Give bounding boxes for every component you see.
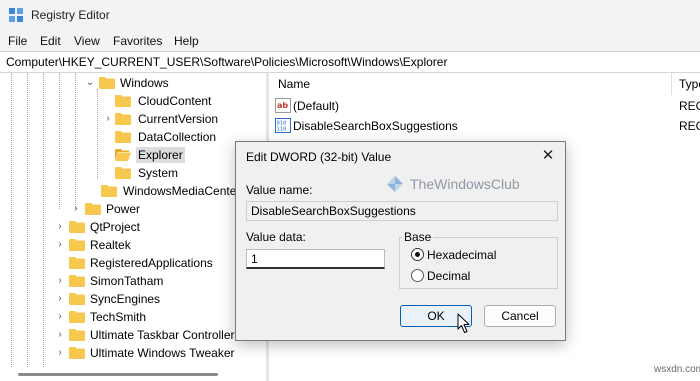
title-bar: Registry Editor: [0, 0, 700, 31]
dialog-title: Edit DWORD (32-bit) Value: [246, 150, 392, 164]
value-name: DisableSearchBoxSuggestions: [293, 119, 458, 133]
watermark-text: TheWindowsClub: [410, 176, 520, 192]
chevron-right-icon[interactable]: ›: [55, 275, 65, 287]
folder-icon: [115, 131, 131, 143]
tree-item-label: QtProject: [90, 220, 141, 234]
folder-icon: [115, 95, 131, 107]
tree-item-label: Power: [106, 202, 141, 216]
base-groupbox: [399, 237, 558, 289]
tree-item-label: Explorer: [136, 147, 185, 163]
column-divider[interactable]: [671, 73, 672, 95]
folder-icon: [69, 221, 85, 233]
value-row-disablesearchboxsuggestions[interactable]: 010 110 DisableSearchBoxSuggestions REG: [275, 117, 700, 135]
tree-horizontal-scrollbar[interactable]: [0, 367, 266, 381]
folder-icon: [101, 185, 117, 197]
watermark-logo-icon: [387, 176, 403, 192]
mouse-cursor-icon: [457, 313, 470, 333]
tree-guide-line: [97, 89, 98, 179]
folder-icon: [69, 311, 85, 323]
tree-guide-line: [27, 73, 28, 367]
folder-icon: [115, 113, 131, 125]
value-row-default[interactable]: ab (Default) REG: [275, 97, 700, 115]
menu-favorites[interactable]: Favorites: [113, 34, 162, 48]
folder-icon: [69, 347, 85, 359]
folder-icon: [69, 257, 85, 269]
folder-open-icon: [115, 149, 131, 161]
chevron-down-icon[interactable]: ⌄: [85, 77, 95, 89]
folder-icon: [69, 329, 85, 341]
folder-icon: [115, 167, 131, 179]
folder-icon: [99, 77, 115, 89]
menu-help[interactable]: Help: [174, 34, 199, 48]
tree-item-label: CloudContent: [138, 94, 212, 108]
close-icon[interactable]: ✕: [539, 147, 557, 165]
tree-item-label: RegisteredApplications: [90, 256, 213, 270]
menu-view[interactable]: View: [74, 34, 100, 48]
tree-guide-line: [75, 73, 76, 209]
tree-item-label: SyncEngines: [90, 292, 161, 306]
chevron-right-icon[interactable]: ›: [55, 347, 65, 359]
value-name-label: Value name:: [246, 183, 313, 197]
address-bar[interactable]: Computer\HKEY_CURRENT_USER\Software\Poli…: [0, 51, 700, 73]
dword-value-icon: 010 110: [275, 118, 291, 133]
chevron-right-icon[interactable]: ›: [55, 329, 65, 341]
menu-file[interactable]: File: [8, 34, 27, 48]
radio-label: Hexadecimal: [427, 248, 497, 262]
folder-icon: [69, 239, 85, 251]
address-path[interactable]: Computer\HKEY_CURRENT_USER\Software\Poli…: [6, 55, 447, 69]
value-data-input[interactable]: 1: [246, 249, 385, 269]
tree-item-label: Windows: [120, 76, 169, 90]
registry-editor-icon: [9, 8, 23, 22]
value-name-field: DisableSearchBoxSuggestions: [246, 201, 558, 221]
chevron-right-icon[interactable]: ›: [55, 311, 65, 323]
svg-text:ab: ab: [277, 101, 288, 110]
site-credit: wsxdn.com: [654, 364, 700, 375]
value-data-label: Value data:: [246, 230, 306, 244]
folder-icon: [69, 275, 85, 287]
tree-item-label: DataCollection: [138, 130, 217, 144]
cancel-button[interactable]: Cancel: [484, 305, 556, 327]
edit-dword-dialog: Edit DWORD (32-bit) Value ✕ Value name: …: [235, 141, 566, 341]
radio-button[interactable]: [411, 269, 424, 282]
scrollbar-thumb[interactable]: [18, 373, 218, 376]
tree-item-label: Ultimate Windows Tweaker: [90, 346, 235, 360]
radio-button-checked[interactable]: [411, 248, 424, 261]
tree-item-label: WindowsMediaCenter: [123, 184, 241, 198]
tree-guide-line: [59, 73, 60, 209]
string-value-icon: ab: [275, 98, 291, 113]
value-type: REG: [679, 119, 700, 133]
chevron-right-icon[interactable]: ›: [71, 203, 81, 215]
base-label: Base: [402, 230, 434, 244]
key-tree[interactable]: ⌄ Windows CloudContent › CurrentVersion …: [0, 73, 266, 367]
tree-guide-line: [11, 73, 12, 367]
chevron-right-icon[interactable]: ›: [55, 221, 65, 233]
svg-text:110: 110: [277, 127, 287, 133]
chevron-right-icon[interactable]: ›: [103, 113, 113, 125]
menu-bar: File Edit View Favorites Help: [0, 31, 700, 51]
window-title: Registry Editor: [31, 8, 110, 22]
tree-item-label: CurrentVersion: [138, 112, 219, 126]
chevron-right-icon[interactable]: ›: [55, 239, 65, 251]
menu-edit[interactable]: Edit: [40, 34, 61, 48]
value-name: (Default): [293, 99, 340, 113]
column-header-name[interactable]: Name: [278, 77, 310, 91]
tree-item-label: System: [138, 166, 179, 180]
column-header-type[interactable]: Type: [679, 77, 700, 91]
tree-item-label: Ultimate Taskbar Controller: [90, 328, 235, 342]
chevron-right-icon[interactable]: ›: [55, 293, 65, 305]
tree-item-label: TechSmith: [90, 310, 147, 324]
folder-icon: [69, 293, 85, 305]
tree-item-label: Realtek: [90, 238, 131, 252]
radio-label: Decimal: [427, 269, 471, 283]
value-type: REG: [679, 99, 700, 113]
folder-icon: [85, 203, 101, 215]
tree-guide-line: [43, 73, 44, 367]
tree-item-label: SimonTatham: [90, 274, 164, 288]
